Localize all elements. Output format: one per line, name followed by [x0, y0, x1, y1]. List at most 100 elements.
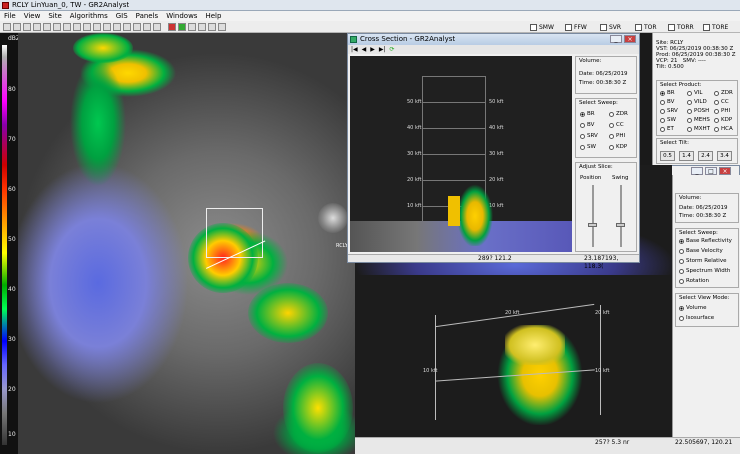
product-vil[interactable]: VIL	[687, 90, 702, 96]
radar-map[interactable]: RCLY	[18, 33, 355, 454]
grid-icon[interactable]	[188, 23, 196, 31]
product-sw[interactable]: SW	[660, 117, 676, 123]
product-posh[interactable]: POSH	[687, 108, 709, 114]
minimize-button[interactable]: _	[610, 35, 622, 43]
cross-section-box[interactable]	[206, 208, 263, 258]
swing-slider-track[interactable]	[620, 185, 622, 247]
product-br[interactable]: BR	[660, 90, 675, 96]
refresh-icon[interactable]	[23, 23, 31, 31]
help-icon[interactable]	[218, 23, 226, 31]
product-kdp[interactable]: KDP	[714, 117, 732, 123]
menu-help[interactable]: Help	[201, 11, 225, 21]
color-icon[interactable]	[168, 23, 176, 31]
product-hca[interactable]: HCA	[714, 126, 733, 132]
swing-slider-thumb[interactable]	[616, 223, 625, 227]
cross-section-icon[interactable]	[113, 23, 121, 31]
window-icon	[350, 36, 357, 43]
sweep-spectrum-width[interactable]: Spectrum Width	[679, 268, 730, 274]
checkbox[interactable]	[600, 24, 607, 31]
minimize-button[interactable]: _	[691, 167, 703, 175]
volume-icon[interactable]	[123, 23, 131, 31]
product-cc[interactable]: CC	[714, 99, 729, 105]
product-srv[interactable]: SRV	[660, 108, 678, 114]
warn-smw[interactable]: SMW	[530, 23, 554, 32]
placefile-icon[interactable]	[153, 23, 161, 31]
close-button[interactable]: ×	[719, 167, 731, 175]
sweep-storm-relative[interactable]: Storm Relative	[679, 258, 726, 264]
radio-dot	[714, 99, 719, 105]
cs-sweep-phi[interactable]: PHI	[609, 133, 625, 139]
cs-sweep-kdp[interactable]: KDP	[609, 144, 627, 150]
close-button[interactable]: ×	[624, 35, 636, 43]
position-slider-track[interactable]	[592, 185, 594, 247]
flag-icon[interactable]	[143, 23, 151, 31]
warn-ffw[interactable]: FFW	[565, 23, 587, 32]
checkbox[interactable]	[703, 24, 710, 31]
first-frame-icon[interactable]: |◀	[351, 46, 358, 53]
radio-dot	[580, 133, 585, 139]
warn-tore[interactable]: TORE	[703, 23, 728, 32]
cross-section-titlebar[interactable]: Cross Section - GR2Analyst _ ×	[348, 34, 639, 45]
checkbox[interactable]	[635, 24, 642, 31]
sweep-base-reflectivity[interactable]: Base Reflectivity	[679, 238, 732, 244]
menu-site[interactable]: Site	[44, 11, 65, 21]
back-icon[interactable]	[73, 23, 81, 31]
cs-sweep-zdr[interactable]: ZDR	[609, 111, 628, 117]
product-et[interactable]: ET	[660, 126, 674, 132]
checkbox[interactable]	[668, 24, 675, 31]
height-label: 10 kft	[407, 203, 422, 209]
warn-svr[interactable]: SVR	[600, 23, 621, 32]
forward-icon[interactable]	[83, 23, 91, 31]
tilt-button-2-4[interactable]: 2.4	[698, 151, 713, 161]
maximize-button[interactable]: □	[705, 167, 717, 175]
cross-section-view[interactable]: 50 kft 40 kft 30 kft 20 kft 10 kft 50 kf…	[350, 56, 572, 252]
view-isosurface[interactable]: Isosurface	[679, 315, 714, 321]
warn-torr[interactable]: TORR	[668, 23, 694, 32]
cs-sweep-bv[interactable]: BV	[580, 122, 594, 128]
product-zdr[interactable]: ZDR	[714, 90, 733, 96]
play-icon[interactable]	[53, 23, 61, 31]
cursor-icon[interactable]	[93, 23, 101, 31]
product-bv[interactable]: BV	[660, 99, 674, 105]
menu-file[interactable]: File	[0, 11, 20, 21]
layer-icon[interactable]	[178, 23, 186, 31]
cs-sweep-cc[interactable]: CC	[609, 122, 624, 128]
cs-sweep-srv[interactable]: SRV	[580, 133, 598, 139]
cs-sweep-br[interactable]: BR	[580, 111, 595, 117]
menu-panels[interactable]: Panels	[132, 11, 163, 21]
app-window: RCLY LinYuan_0, TW - GR2Analyst File Vie…	[0, 0, 740, 454]
product-mehs[interactable]: MEHS	[687, 117, 710, 123]
open-icon[interactable]	[3, 23, 11, 31]
next-frame-icon[interactable]: ▶	[370, 46, 375, 53]
checkbox[interactable]	[530, 24, 537, 31]
product-phi[interactable]: PHI	[714, 108, 730, 114]
menu-windows[interactable]: Windows	[162, 11, 201, 21]
product-mxht[interactable]: MXHT	[687, 126, 710, 132]
sweep-base-velocity[interactable]: Base Velocity	[679, 248, 723, 254]
prev-frame-icon[interactable]: ◀	[362, 46, 367, 53]
target-icon[interactable]	[198, 23, 206, 31]
menu-algorithms[interactable]: Algorithms	[66, 11, 112, 21]
settings-icon[interactable]	[208, 23, 216, 31]
save-icon[interactable]	[13, 23, 21, 31]
warn-tor[interactable]: TOR	[635, 23, 657, 32]
view-volume[interactable]: Volume	[679, 305, 706, 311]
link-icon[interactable]	[133, 23, 141, 31]
view-mode-group: Select View Mode: Volume Isosurface	[675, 293, 739, 327]
tilt-button-3-4[interactable]: 3.4	[717, 151, 732, 161]
last-frame-icon[interactable]: ▶|	[379, 46, 386, 53]
checkbox[interactable]	[565, 24, 572, 31]
menu-gis[interactable]: GIS	[112, 11, 132, 21]
tilt-button-0-5[interactable]: 0.5	[660, 151, 675, 161]
pan-icon[interactable]	[43, 23, 51, 31]
tilt-button-1-4[interactable]: 1.4	[679, 151, 694, 161]
menu-view[interactable]: View	[20, 11, 45, 21]
sweep-rotation[interactable]: Rotation	[679, 278, 709, 284]
refresh-icon[interactable]: ⟳	[390, 46, 395, 53]
position-slider-thumb[interactable]	[588, 223, 597, 227]
cs-sweep-sw[interactable]: SW	[580, 144, 596, 150]
measure-icon[interactable]	[103, 23, 111, 31]
stop-icon[interactable]	[63, 23, 71, 31]
zoom-icon[interactable]	[33, 23, 41, 31]
product-vild[interactable]: VILD	[687, 99, 707, 105]
